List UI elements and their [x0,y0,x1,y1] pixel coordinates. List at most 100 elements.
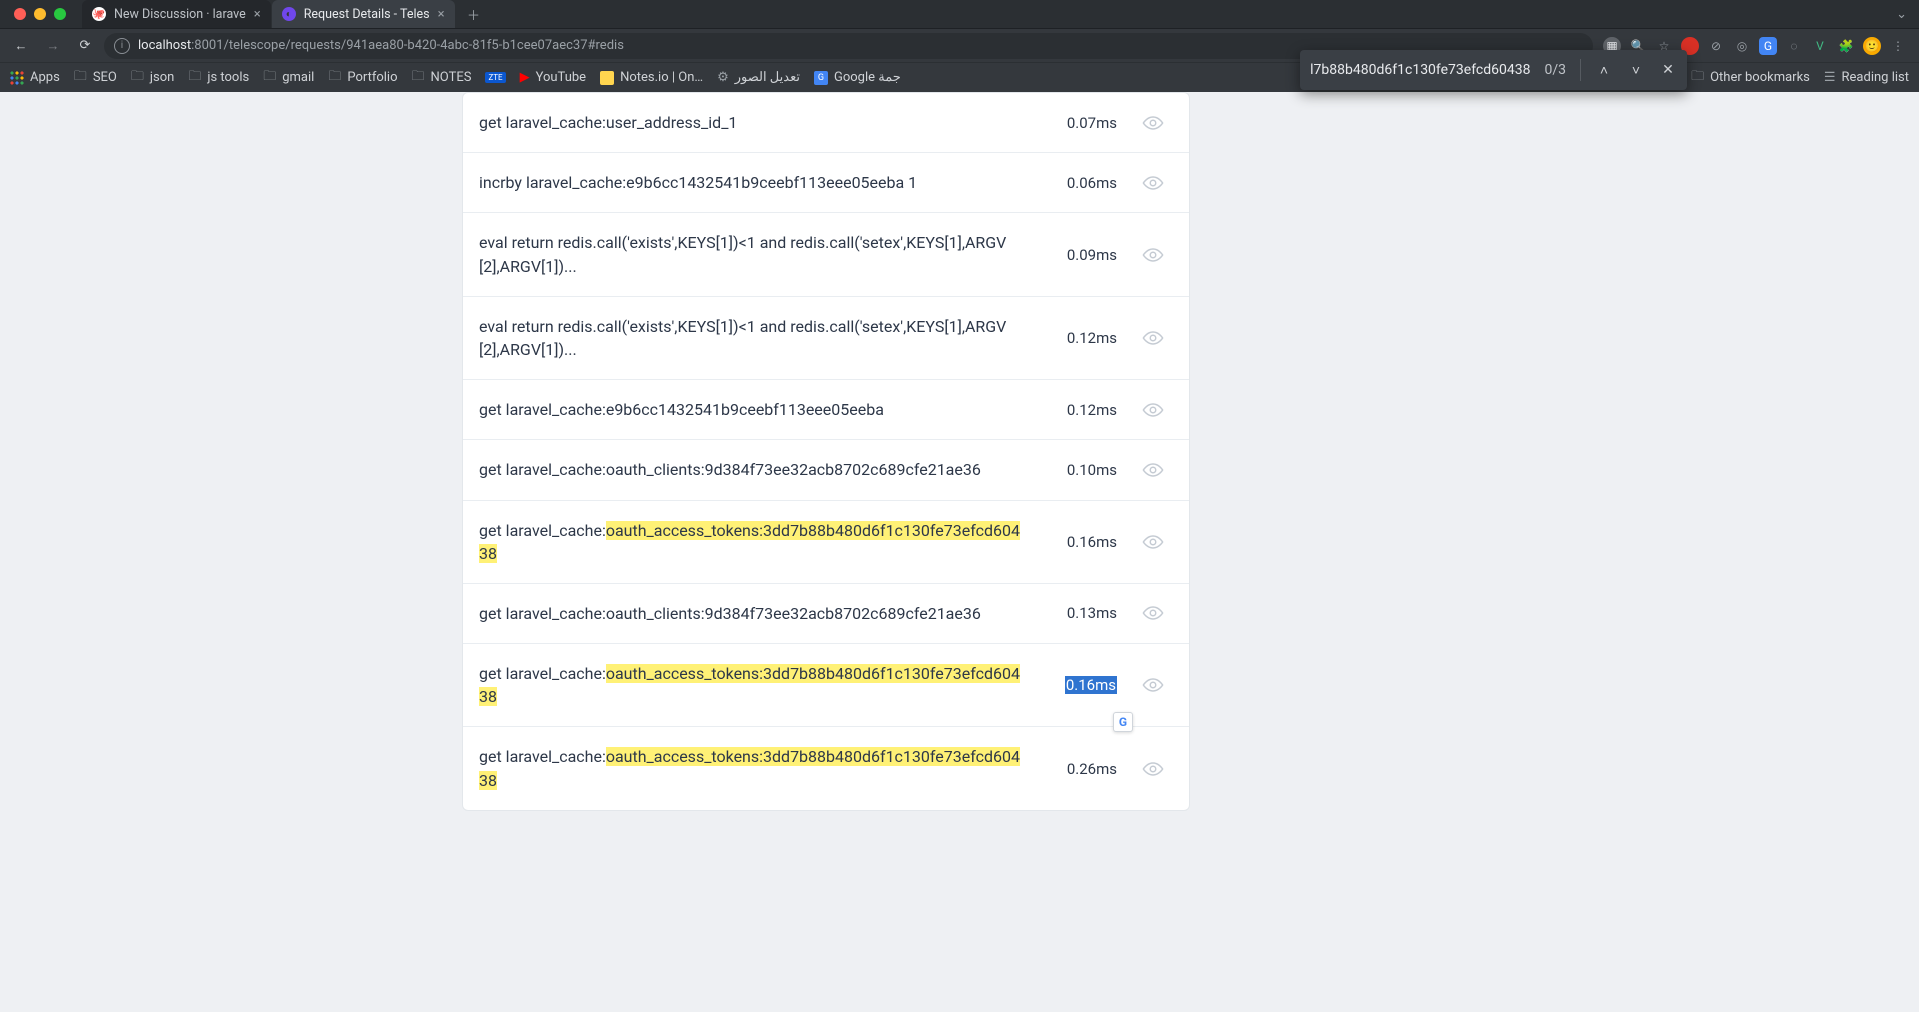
new-tab-button[interactable]: ＋ [462,5,486,24]
bookmark-item[interactable]: 🗀Portfolio [328,67,397,89]
bookmark-label: json [150,70,174,85]
redis-command-text: get laravel_cache:oauth_access_tokens:3d… [479,745,1023,791]
view-details-button[interactable] [1133,531,1173,553]
translate-icon: G [814,71,828,85]
find-separator [1580,59,1581,81]
site-info-icon[interactable]: i [114,38,130,54]
redis-command-row: eval return redis.call('exists',KEYS[1])… [463,212,1189,295]
bookmark-item[interactable]: ZTE [485,72,505,83]
bookmark-label: Apps [30,70,60,85]
find-count: 0/3 [1544,62,1566,78]
folder-icon: 🗀 [74,67,87,89]
view-details-button[interactable] [1133,172,1173,194]
bookmark-label: SEO [93,70,117,85]
notes-icon [600,71,614,85]
redis-command-duration: 0.12ms [1039,329,1117,347]
bookmark-item[interactable]: 🗀Other bookmarks [1691,67,1810,89]
bookmark-item[interactable]: ▶ YouTube [520,70,587,85]
extensions-puzzle-icon[interactable]: 🧩 [1837,37,1855,55]
bookmark-item[interactable]: 🗀 json [131,67,174,89]
close-window-button[interactable] [14,8,26,20]
redis-command-duration: 0.12ms [1039,401,1117,419]
ext-record-icon[interactable]: ◌ [1785,37,1803,55]
folder-icon: 🗀 [131,67,144,89]
view-details-button[interactable] [1133,112,1173,134]
maximize-window-button[interactable] [54,8,66,20]
folder-icon: 🗀 [412,67,425,89]
redis-command-row: get laravel_cache:oauth_clients:9d384f73… [463,583,1189,643]
back-button[interactable]: ← [8,33,34,59]
view-details-button[interactable] [1133,244,1173,266]
bookmark-item[interactable]: 🗀 SEO [74,67,117,89]
bookmark-label: NOTES [431,70,472,85]
ext-target-icon[interactable]: ◎ [1733,37,1751,55]
redis-command-row: get laravel_cache:oauth_access_tokens:3d… [463,726,1189,809]
gear-icon: ⚙ [717,70,729,85]
redis-command-text: eval return redis.call('exists',KEYS[1])… [479,315,1023,361]
view-details-button[interactable] [1133,459,1173,481]
youtube-icon: ▶ [520,70,530,85]
bookmark-item[interactable]: G Google جمة [814,70,901,85]
redis-command-duration: 0.07ms [1039,114,1117,132]
bookmark-item[interactable]: Notes.io | On… [600,70,703,85]
view-details-button[interactable] [1133,674,1173,696]
folder-icon: 🗀 [1691,67,1704,89]
bookmark-label: تعديل الصور [735,70,800,85]
tab-title: Request Details - Teles [304,7,430,22]
redis-command-duration: 0.16ms [1039,533,1117,551]
browser-chrome: 🐙New Discussion · larave×◐Request Detail… [0,0,1919,92]
browser-tab[interactable]: ◐Request Details - Teles× [272,0,455,28]
redis-command-row: get laravel_cache:e9b6cc1432541b9ceebf11… [463,379,1189,439]
tab-favicon: 🐙 [92,7,106,21]
redis-command-text: get laravel_cache:oauth_clients:9d384f73… [479,458,1023,481]
tab-close-icon[interactable]: × [254,7,261,22]
redis-command-text: eval return redis.call('exists',KEYS[1])… [479,231,1023,277]
kebab-menu-icon[interactable]: ⋮ [1889,37,1907,55]
view-details-button[interactable] [1133,399,1173,421]
minimize-window-button[interactable] [34,8,46,20]
bookmark-item[interactable]: ⚙ تعديل الصور [717,70,800,85]
bookmark-label: Portfolio [347,70,397,85]
ext-vue-icon[interactable]: V [1811,37,1829,55]
redis-command-duration: 0.10ms [1039,461,1117,479]
view-details-button[interactable] [1133,602,1173,624]
find-query[interactable]: l7b88b480d6f1c130fe73efcd60438 [1310,62,1530,78]
bookmark-item[interactable]: 🗀gmail [263,67,314,89]
redis-command-text: incrby laravel_cache:e9b6cc1432541b9ceeb… [479,171,1023,194]
zte-icon: ZTE [485,72,505,83]
redis-command-row: eval return redis.call('exists',KEYS[1])… [463,296,1189,379]
find-close-button[interactable]: ✕ [1659,62,1677,78]
view-details-button[interactable] [1133,758,1173,780]
chrome-expand-icon[interactable]: ⌄ [1896,7,1913,22]
profile-avatar-icon[interactable]: 🙂 [1863,37,1881,55]
bookmark-label: js tools [207,70,249,85]
redis-command-text: get laravel_cache:oauth_access_tokens:3d… [479,519,1023,565]
url: localhost:8001/telescope/requests/941aea… [138,38,624,53]
find-next-button[interactable]: ˅ [1627,62,1645,79]
ext-block-icon[interactable]: ⊘ [1707,37,1725,55]
bookmark-label: Google جمة [834,70,901,85]
bookmark-item[interactable]: ☰ Reading list [1824,70,1909,85]
bookmark-label: gmail [282,70,314,85]
page-viewport[interactable]: get laravel_cache:user_address_id_10.07m… [0,92,1919,1012]
reading-list-icon: ☰ [1824,70,1836,85]
redis-command-duration: 0.13ms [1039,604,1117,622]
view-details-button[interactable] [1133,327,1173,349]
tab-close-icon[interactable]: × [438,7,445,22]
bookmark-label: YouTube [536,70,587,85]
apps-grid-icon [10,71,24,85]
redis-command-row: get laravel_cache:oauth_access_tokens:3d… [463,643,1189,726]
bookmark-label: Notes.io | On… [620,70,703,85]
bookmark-item[interactable]: Apps [10,70,60,85]
bookmark-item[interactable]: 🗀js tools [188,67,249,89]
reload-button[interactable]: ⟳ [72,33,98,59]
redis-command-row: get laravel_cache:oauth_clients:9d384f73… [463,439,1189,499]
find-prev-button[interactable]: ˄ [1595,62,1613,79]
tab-title: New Discussion · larave [114,7,246,22]
translate-popup-icon[interactable]: G [1113,712,1133,732]
browser-tab[interactable]: 🐙 New Discussion · larave × [82,0,271,28]
bookmark-item[interactable]: 🗀 NOTES [412,67,472,89]
forward-button[interactable]: → [40,33,66,59]
bookmark-label: Reading list [1842,70,1909,85]
ext-gt-icon[interactable]: G [1759,37,1777,55]
